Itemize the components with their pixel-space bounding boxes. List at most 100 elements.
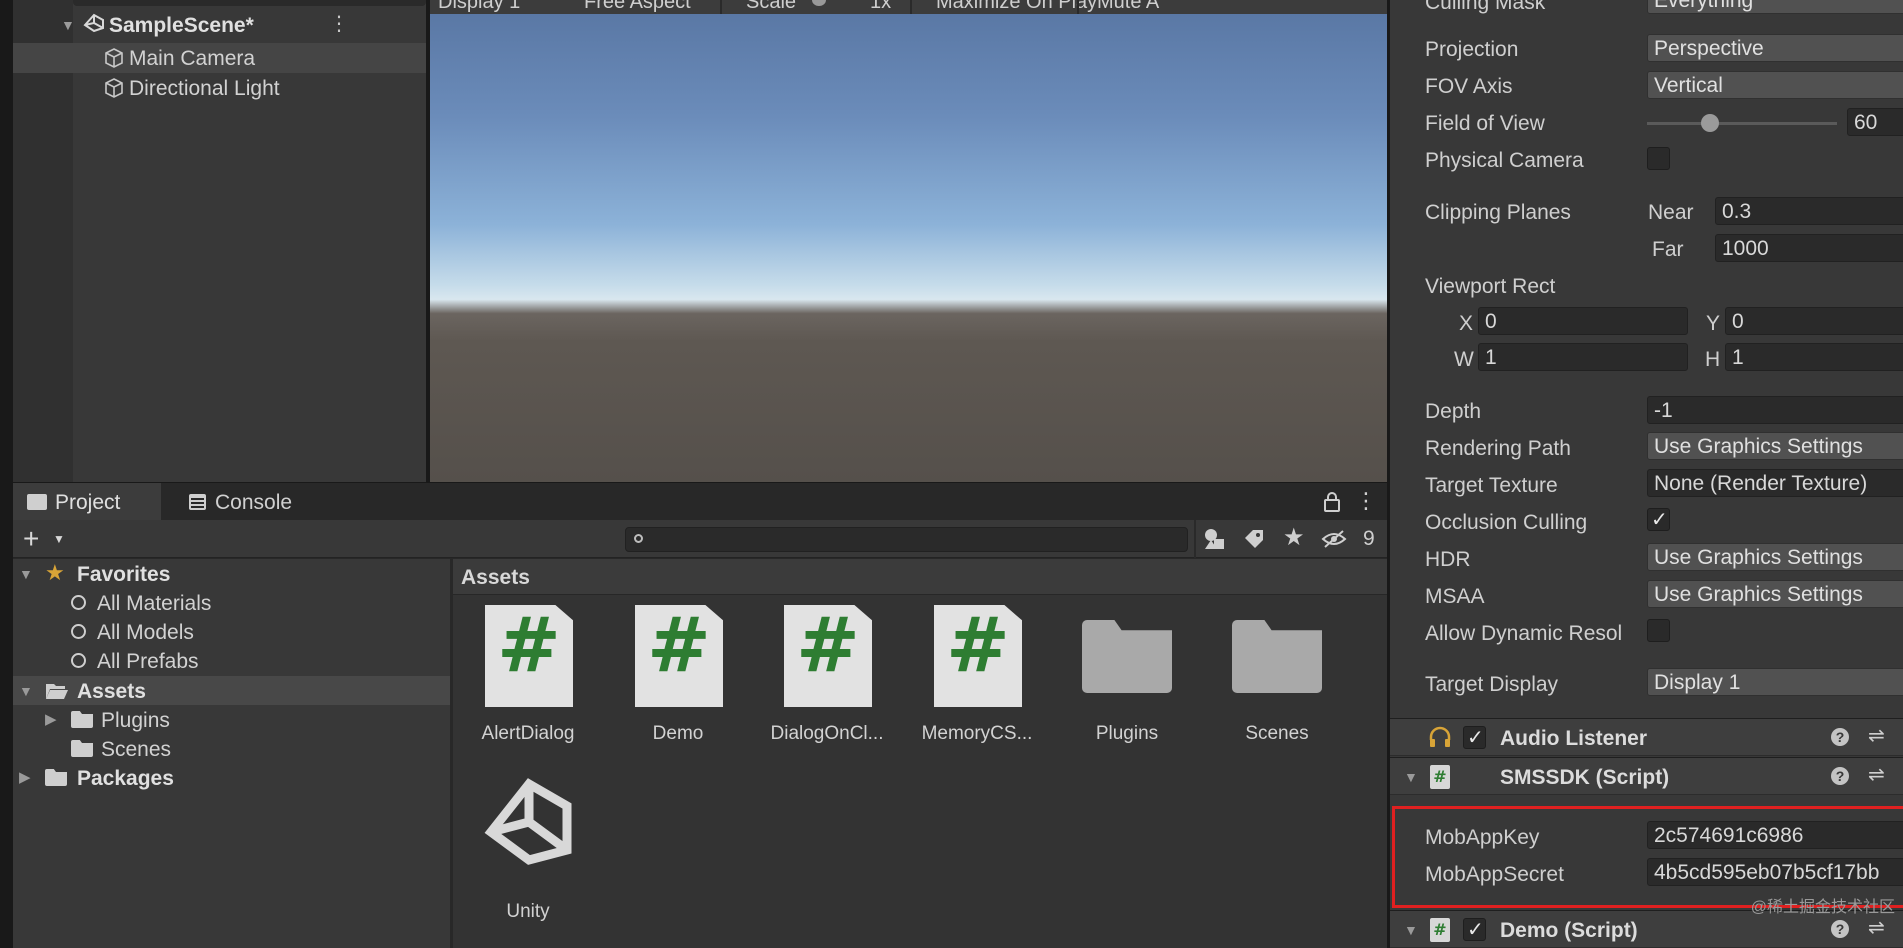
projection-dropdown[interactable]: Perspective bbox=[1647, 34, 1903, 62]
asset-script[interactable]: # Demo bbox=[613, 605, 743, 755]
chevron-down-icon[interactable]: ▼ bbox=[53, 533, 65, 545]
help-icon[interactable]: ? bbox=[1831, 767, 1849, 785]
far-input[interactable]: 1000 bbox=[1715, 234, 1903, 262]
tab-console[interactable]: Console bbox=[173, 483, 313, 520]
asset-script[interactable]: # AlertDialog bbox=[463, 605, 593, 755]
unity-scene-icon bbox=[83, 13, 105, 33]
maximize-on-play-button[interactable]: Maximize On Play bbox=[936, 0, 1097, 12]
hierarchy-item-label: Main Camera bbox=[129, 47, 256, 70]
allow-dynamic-resolution-label: Allow Dynamic Resol bbox=[1425, 622, 1623, 645]
expand-arrow-icon[interactable]: ▼ bbox=[61, 18, 75, 32]
rendering-path-dropdown[interactable]: Use Graphics Settings bbox=[1647, 432, 1903, 460]
asset-folder[interactable]: Plugins bbox=[1062, 605, 1192, 755]
fov-input[interactable]: 60 bbox=[1847, 108, 1903, 136]
add-button[interactable]: + bbox=[23, 525, 39, 553]
tree-item-all-models[interactable]: All Models bbox=[13, 617, 450, 646]
project-tree: ▼ ★ Favorites All Materials All Models A… bbox=[13, 559, 450, 948]
physical-camera-checkbox[interactable] bbox=[1647, 147, 1670, 170]
expand-arrow-icon[interactable]: ▼ bbox=[1404, 923, 1418, 937]
favorites-star-icon[interactable]: ★ bbox=[1283, 526, 1305, 550]
viewport-h-label: H bbox=[1705, 348, 1721, 371]
tree-label: Favorites bbox=[77, 563, 171, 586]
culling-mask-dropdown[interactable]: Everything bbox=[1647, 0, 1903, 14]
hdr-dropdown[interactable]: Use Graphics Settings bbox=[1647, 543, 1903, 571]
lock-icon[interactable] bbox=[1324, 492, 1340, 512]
viewport-h-input[interactable]: 1 bbox=[1725, 343, 1903, 371]
filter-by-type-icon[interactable] bbox=[1203, 528, 1227, 550]
smssdk-header[interactable]: ▼ # SMSSDK (Script) ? ⇌ bbox=[1390, 757, 1903, 795]
help-icon[interactable]: ? bbox=[1831, 920, 1849, 938]
depth-input[interactable]: -1 bbox=[1647, 396, 1903, 424]
tree-item-scenes[interactable]: Scenes bbox=[13, 734, 450, 763]
expand-arrow-icon[interactable]: ▼ bbox=[19, 567, 33, 581]
tree-item-plugins[interactable]: ▶ Plugins bbox=[13, 705, 450, 734]
component-settings-icon[interactable]: ⇌ bbox=[1868, 726, 1885, 746]
component-settings-icon[interactable]: ⇌ bbox=[1868, 765, 1885, 785]
hidden-packages-icon[interactable] bbox=[1321, 529, 1347, 549]
allow-dynamic-resolution-checkbox[interactable] bbox=[1647, 619, 1670, 642]
fov-slider-track[interactable] bbox=[1647, 122, 1837, 125]
expand-arrow-icon[interactable]: ▶ bbox=[45, 712, 57, 727]
aspect-dropdown[interactable]: Free Aspect bbox=[584, 0, 691, 12]
viewport-w-input[interactable]: 1 bbox=[1478, 343, 1688, 371]
fov-slider-thumb[interactable] bbox=[1700, 114, 1719, 132]
folder-icon bbox=[45, 769, 67, 786]
target-display-dropdown[interactable]: Display 1 bbox=[1647, 668, 1903, 696]
asset-scene[interactable]: Unity bbox=[463, 776, 593, 926]
hierarchy-item-main-camera[interactable]: Main Camera bbox=[13, 43, 426, 73]
asset-label: DialogOnCl... bbox=[770, 723, 884, 744]
folder-icon bbox=[71, 711, 93, 728]
hdr-label: HDR bbox=[1425, 548, 1471, 571]
hidden-count: 9 bbox=[1363, 527, 1375, 550]
expand-arrow-icon[interactable]: ▼ bbox=[1404, 770, 1418, 784]
asset-folder[interactable]: Scenes bbox=[1212, 605, 1342, 755]
target-texture-field[interactable]: None (Render Texture) bbox=[1647, 469, 1903, 497]
csharp-script-icon: # bbox=[485, 605, 573, 707]
expand-arrow-icon[interactable]: ▼ bbox=[19, 684, 33, 698]
scale-slider-thumb[interactable] bbox=[812, 0, 826, 6]
toolbar-divider bbox=[1077, 0, 1079, 14]
expand-arrow-icon[interactable]: ▶ bbox=[19, 770, 31, 785]
viewport-y-input[interactable]: 0 bbox=[1725, 307, 1903, 335]
panel-menu-icon[interactable]: ⋮ bbox=[1355, 490, 1377, 512]
mute-audio-button[interactable]: Mute A bbox=[1097, 0, 1159, 12]
component-title: Audio Listener bbox=[1500, 727, 1648, 750]
tree-item-all-materials[interactable]: All Materials bbox=[13, 588, 450, 617]
cube-icon bbox=[103, 47, 125, 69]
tree-item-packages[interactable]: ▶ Packages bbox=[13, 763, 450, 792]
occlusion-culling-checkbox[interactable] bbox=[1647, 507, 1670, 531]
msaa-dropdown[interactable]: Use Graphics Settings bbox=[1647, 580, 1903, 608]
near-input[interactable]: 0.3 bbox=[1715, 197, 1903, 225]
scene-row[interactable]: ▼ SampleScene* ⋮ bbox=[13, 8, 426, 38]
toolbar-divider bbox=[910, 0, 912, 14]
csharp-script-icon: # bbox=[784, 605, 872, 707]
tab-project[interactable]: Project bbox=[13, 483, 161, 520]
game-render-area[interactable] bbox=[430, 14, 1387, 482]
toolbar-divider bbox=[720, 0, 722, 14]
asset-script[interactable]: # MemoryCS... bbox=[912, 605, 1042, 755]
csharp-script-icon: # bbox=[1430, 765, 1450, 789]
fov-axis-dropdown[interactable]: Vertical bbox=[1647, 71, 1903, 99]
unity-scene-icon bbox=[483, 776, 575, 868]
project-search-input[interactable] bbox=[625, 527, 1188, 552]
help-icon[interactable]: ? bbox=[1831, 728, 1849, 746]
component-settings-icon[interactable]: ⇌ bbox=[1868, 918, 1885, 938]
display-dropdown[interactable]: Display 1 bbox=[438, 0, 520, 12]
tree-item-favorites[interactable]: ▼ ★ Favorites bbox=[13, 559, 450, 588]
scene-menu-icon[interactable]: ⋮ bbox=[329, 14, 349, 34]
tree-item-all-prefabs[interactable]: All Prefabs bbox=[13, 646, 450, 675]
breadcrumb[interactable]: Assets bbox=[461, 567, 530, 588]
asset-script[interactable]: # DialogOnCl... bbox=[762, 605, 892, 755]
search-icon bbox=[634, 534, 643, 543]
hierarchy-search-input[interactable] bbox=[73, 0, 426, 6]
asset-label: AlertDialog bbox=[481, 723, 575, 744]
audio-listener-header[interactable]: Audio Listener ? ⇌ bbox=[1390, 718, 1903, 756]
demo-enabled-checkbox[interactable] bbox=[1463, 917, 1486, 941]
physical-camera-label: Physical Camera bbox=[1425, 149, 1584, 172]
tree-item-assets[interactable]: ▼ Assets bbox=[13, 676, 450, 705]
headphones-icon bbox=[1428, 726, 1452, 748]
hierarchy-item-directional-light[interactable]: Directional Light bbox=[13, 73, 426, 103]
audio-listener-enabled-checkbox[interactable] bbox=[1463, 725, 1486, 749]
viewport-x-input[interactable]: 0 bbox=[1478, 307, 1688, 335]
filter-by-label-icon[interactable] bbox=[1243, 528, 1265, 550]
